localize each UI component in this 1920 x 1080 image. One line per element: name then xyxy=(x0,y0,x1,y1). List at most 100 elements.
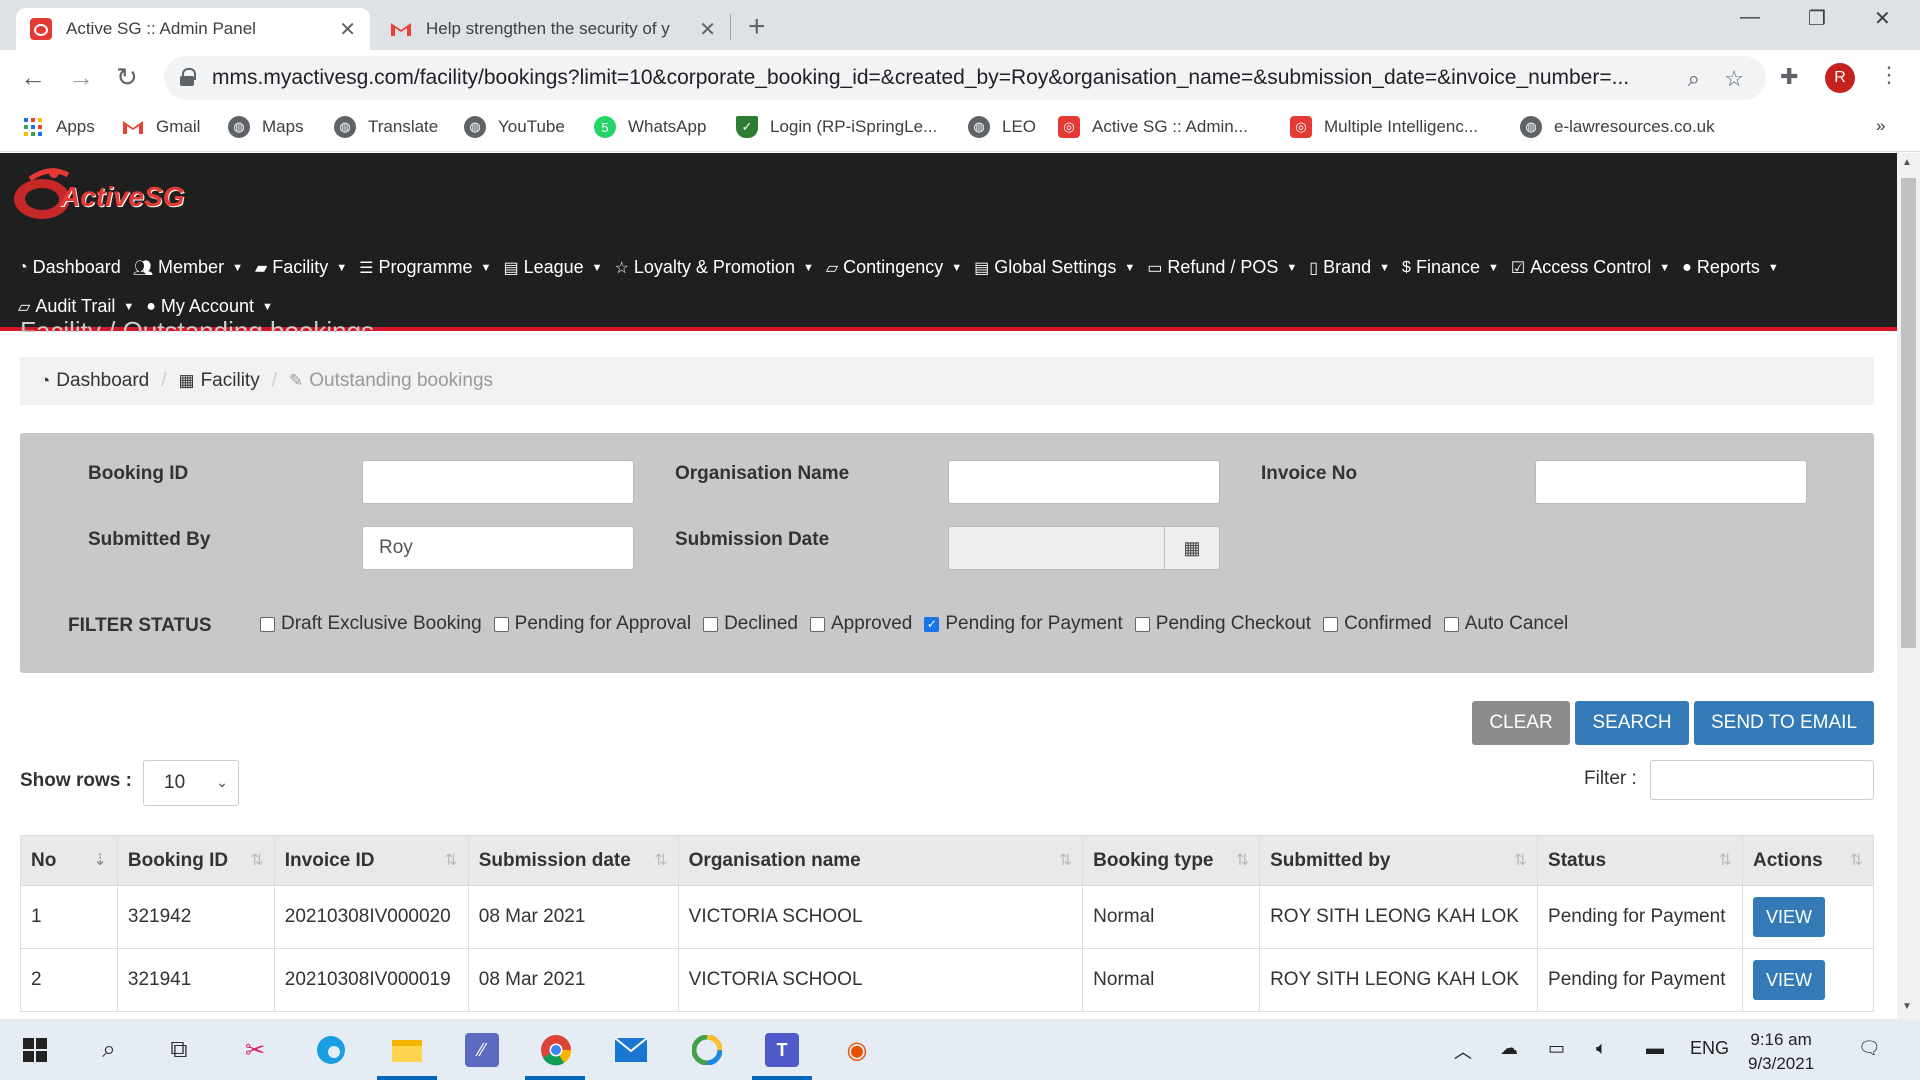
column-header-invoice-id[interactable]: Invoice ID ⇅ xyxy=(273,835,469,886)
clear-button[interactable]: CLEAR xyxy=(1472,701,1570,745)
nav-item-brand[interactable]: ▯ Brand ▼ xyxy=(1309,248,1390,287)
checkbox-icon[interactable] xyxy=(260,616,275,632)
sort-icon[interactable]: ⇅ xyxy=(250,850,263,870)
windows-start-icon[interactable] xyxy=(18,1033,52,1067)
system-clock[interactable]: 9:16 am 9/3/2021 xyxy=(1748,1028,1814,1076)
column-header-status[interactable]: Status ⇅ xyxy=(1537,835,1744,886)
checkbox-icon[interactable] xyxy=(1323,616,1339,632)
reload-icon[interactable]: ↻ xyxy=(116,62,138,93)
teams-icon[interactable]: T xyxy=(765,1033,799,1067)
notifications-icon[interactable]: 🗨︎ xyxy=(1858,1038,1881,1059)
volume-speaker-icon[interactable]: 🔈︎ xyxy=(1596,1038,1607,1059)
profile-avatar[interactable]: R xyxy=(1825,63,1855,93)
vpn-client-icon[interactable]: ◉ xyxy=(840,1033,874,1067)
status-checkbox-pending-for-approval[interactable]: Pending for Approval xyxy=(493,613,691,635)
column-header-actions[interactable]: Actions ⇅ xyxy=(1742,835,1874,886)
bookmark-elawresources[interactable]: ◍ e-lawresources.co.uk xyxy=(1520,116,1715,138)
nav-item-access-control[interactable]: ☑ Access Control ▼ xyxy=(1511,248,1670,287)
column-header-no[interactable]: No ⇣ xyxy=(20,835,118,886)
battery-icon[interactable]: ▬ xyxy=(1646,1038,1664,1059)
checkbox-icon[interactable] xyxy=(810,616,825,632)
checkbox-icon[interactable] xyxy=(1134,616,1150,632)
submission-date-input[interactable] xyxy=(948,526,1166,570)
snip-tool-icon[interactable]: ✂ xyxy=(238,1033,272,1067)
menu-kebab-icon[interactable]: ⋮ xyxy=(1878,62,1900,88)
bookmark-login[interactable]: ✓ Login (RP-iSpringLe... xyxy=(736,116,937,138)
network-icon[interactable]: ▭ xyxy=(1548,1038,1565,1059)
nav-item-contingency[interactable]: ▱ Contingency ▼ xyxy=(826,248,962,287)
status-checkbox-pending-checkout[interactable]: Pending Checkout xyxy=(1134,613,1311,635)
address-bar[interactable]: mms.myactivesg.com/facility/bookings?lim… xyxy=(164,56,1766,100)
onedrive-cloud-icon[interactable]: ☁ xyxy=(1500,1038,1518,1059)
bookmark-youtube[interactable]: ◍ YouTube xyxy=(464,116,565,138)
scroll-down-arrow-icon[interactable]: ▼ xyxy=(1902,1001,1912,1012)
breadcrumb-dashboard[interactable]: Dashboard xyxy=(56,370,149,392)
bookmark-gmail[interactable]: Gmail xyxy=(122,116,200,138)
sort-icon[interactable]: ⇅ xyxy=(1514,850,1527,870)
nav-item-reports[interactable]: ● Reports ▼ xyxy=(1682,248,1779,287)
status-checkbox-approved[interactable]: Approved xyxy=(810,613,912,635)
nav-item-global-settings[interactable]: ▤ Global Settings ▼ xyxy=(974,248,1135,287)
window-close-icon[interactable]: ✕ xyxy=(1874,6,1891,31)
breadcrumb-facility[interactable]: Facility xyxy=(201,370,260,392)
search-button[interactable]: SEARCH xyxy=(1575,701,1689,745)
status-checkbox-auto-cancel[interactable]: Auto Cancel xyxy=(1443,613,1568,635)
bookmark-maps[interactable]: ◍ Maps xyxy=(228,116,304,138)
back-arrow-icon[interactable]: ← xyxy=(20,62,46,93)
nav-item-loyalty-promotion[interactable]: ☆ Loyalty & Promotion ▼ xyxy=(615,248,814,287)
view-button[interactable]: VIEW xyxy=(1753,897,1826,937)
nav-item-member[interactable]: 👥︎ Member ▼ xyxy=(133,248,243,287)
bookmark-active-sg[interactable]: ◎ Active SG :: Admin... xyxy=(1058,116,1248,138)
new-tab-plus-icon[interactable]: + xyxy=(748,10,766,44)
bookmark-leo[interactable]: ◍ LEO xyxy=(968,116,1036,138)
close-tab-icon[interactable]: ✕ xyxy=(339,17,356,42)
sort-icon[interactable]: ⇅ xyxy=(1719,850,1732,870)
rows-per-page-select[interactable]: 10 ⌄ xyxy=(143,760,239,806)
nav-item-facility[interactable]: ▰ Facility ▼ xyxy=(255,248,347,287)
send-to-email-button[interactable]: SEND TO EMAIL xyxy=(1694,701,1874,745)
table-filter-input[interactable] xyxy=(1650,760,1874,800)
forward-arrow-icon[interactable]: → xyxy=(68,62,94,93)
sort-icon[interactable]: ⇅ xyxy=(444,850,457,870)
column-header-submission-date[interactable]: Submission date ⇅ xyxy=(467,835,679,886)
column-header-booking-type[interactable]: Booking type ⇅ xyxy=(1082,835,1261,886)
powerapps-icon[interactable]: ⁄⁄ xyxy=(465,1033,499,1067)
checkbox-icon[interactable] xyxy=(1443,616,1459,632)
task-view-icon[interactable]: ⧉ xyxy=(162,1033,196,1067)
checkbox-icon[interactable] xyxy=(493,616,509,632)
more-bookmarks-chevron-icon[interactable]: » xyxy=(1876,116,1885,136)
language-indicator[interactable]: ENG xyxy=(1690,1038,1729,1059)
nav-item-refund-pos[interactable]: ▭ Refund / POS ▼ xyxy=(1147,248,1297,287)
search-icon[interactable]: ⌕ xyxy=(92,1033,126,1067)
sort-icon[interactable]: ⇅ xyxy=(1850,850,1863,870)
sort-icon[interactable]: ⇅ xyxy=(1236,850,1249,870)
close-tab-icon[interactable]: ✕ xyxy=(699,17,716,42)
minimize-icon[interactable]: — xyxy=(1740,6,1760,29)
zoom-magnifier-icon[interactable]: ⌕ xyxy=(1688,66,1700,92)
view-button[interactable]: VIEW xyxy=(1753,960,1826,1000)
sort-icon[interactable]: ⇅ xyxy=(1059,850,1072,870)
file-explorer-icon[interactable] xyxy=(390,1033,424,1067)
nav-item-finance[interactable]: $ Finance ▼ xyxy=(1402,248,1499,287)
column-header-organisation-name[interactable]: Organisation name ⇅ xyxy=(677,835,1084,886)
mail-icon[interactable] xyxy=(614,1033,648,1067)
edge-browser-icon[interactable] xyxy=(314,1033,348,1067)
sort-icon[interactable]: ⇅ xyxy=(654,850,667,870)
booking-id-input[interactable] xyxy=(362,460,634,504)
sort-ascending-icon[interactable]: ⇣ xyxy=(93,850,106,870)
column-header-booking-id[interactable]: Booking ID ⇅ xyxy=(116,835,275,886)
activesg-logo[interactable]: ActiveSG xyxy=(10,165,185,227)
column-header-submitted-by[interactable]: Submitted by ⇅ xyxy=(1259,835,1539,886)
bookmark-whatsapp[interactable]: 5 WhatsApp xyxy=(594,116,706,138)
tab-active-sg[interactable]: Active SG :: Admin Panel ✕ xyxy=(16,8,370,50)
status-checkbox-declined[interactable]: Declined xyxy=(703,613,798,635)
status-checkbox-pending-for-payment[interactable]: ✓ Pending for Payment xyxy=(924,613,1123,635)
nav-item-dashboard[interactable]: ◔ Dashboard xyxy=(18,248,121,287)
tray-chevron-up-icon[interactable]: ︿ xyxy=(1454,1038,1472,1064)
bookmark-star-icon[interactable]: ☆ xyxy=(1724,66,1744,92)
extensions-puzzle-icon[interactable]: ✚ xyxy=(1780,64,1798,90)
calendar-icon[interactable]: ▦ xyxy=(1164,526,1220,570)
scrollbar-thumb[interactable] xyxy=(1901,178,1916,648)
chrome-icon[interactable] xyxy=(539,1033,573,1067)
status-checkbox-draft-exclusive-booking[interactable]: Draft Exclusive Booking xyxy=(260,613,482,635)
